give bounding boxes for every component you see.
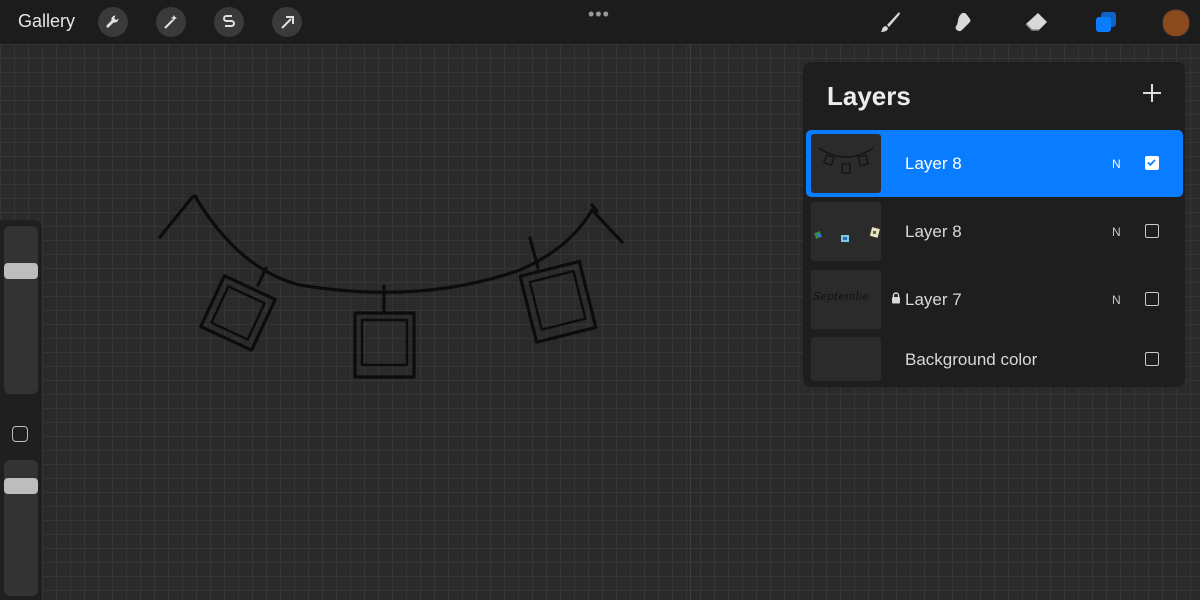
brush-size-slider[interactable] [4,226,38,394]
selection-icon [223,15,235,27]
layer-visibility-checkbox[interactable] [1145,352,1159,366]
top-toolbar: Gallery ••• [0,0,1200,44]
adjustments-button[interactable] [156,7,186,37]
eraser-icon [1025,13,1047,31]
magic-wand-icon [164,15,177,29]
smudge-icon [955,12,971,32]
blend-mode-button[interactable]: N [1112,157,1121,171]
wrench-icon [106,15,119,28]
selection-button[interactable] [214,7,244,37]
transform-button[interactable] [272,7,302,37]
layers-button[interactable] [1092,8,1120,36]
eraser-tool-button[interactable] [1022,8,1050,36]
modify-square-icon[interactable] [12,426,28,442]
layer-visibility-checkbox[interactable] [1145,224,1159,238]
background-color-thumbnail [811,337,881,381]
brush-size-slider-thumb[interactable] [4,263,38,279]
layer-row[interactable]: Septembe Layer 7 N [806,266,1183,333]
layer-visibility-checkbox[interactable] [1145,292,1159,306]
thumbnail-lettering: Septembe [813,290,869,303]
bunting-thumbnail [818,147,874,174]
layer-thumbnail [811,202,881,261]
blend-mode-button[interactable]: N [1112,225,1121,239]
transform-arrow-icon [281,16,294,29]
layers-panel: Layers Layer 8 N Layer 8 N Septembe Laye… [803,62,1185,387]
stickers-thumbnail [814,227,880,242]
layer-thumbnail: Septembe [811,270,881,329]
brush-tool-button[interactable] [876,8,904,36]
layer-name: Background color [905,350,1038,369]
layer-name: Layer 8 [905,222,962,241]
color-picker-button[interactable] [1162,9,1190,37]
brush-icon [881,12,900,32]
layer-name: Layer 8 [905,154,962,173]
layer-row-selected[interactable]: Layer 8 N [806,130,1183,197]
layer-visibility-checkbox[interactable] [1145,156,1159,170]
actions-button[interactable] [98,7,128,37]
layer-row[interactable]: Layer 8 N [806,198,1183,265]
layers-title: Layers [827,81,911,111]
checkmark-icon [1147,159,1156,167]
layer-name: Layer 7 [905,290,962,309]
smudge-tool-button[interactable] [950,8,978,36]
add-layer-button[interactable] [1141,82,1163,104]
blend-mode-button[interactable]: N [1112,293,1121,307]
layer-thumbnail [811,134,881,193]
layers-icon [1096,12,1116,32]
left-sidebar [0,220,42,600]
opacity-slider-thumb[interactable] [4,478,38,494]
lock-icon [892,292,900,304]
more-options-handle[interactable]: ••• [588,4,610,25]
gallery-button[interactable]: Gallery [18,11,75,32]
background-color-row[interactable]: Background color [806,334,1183,384]
